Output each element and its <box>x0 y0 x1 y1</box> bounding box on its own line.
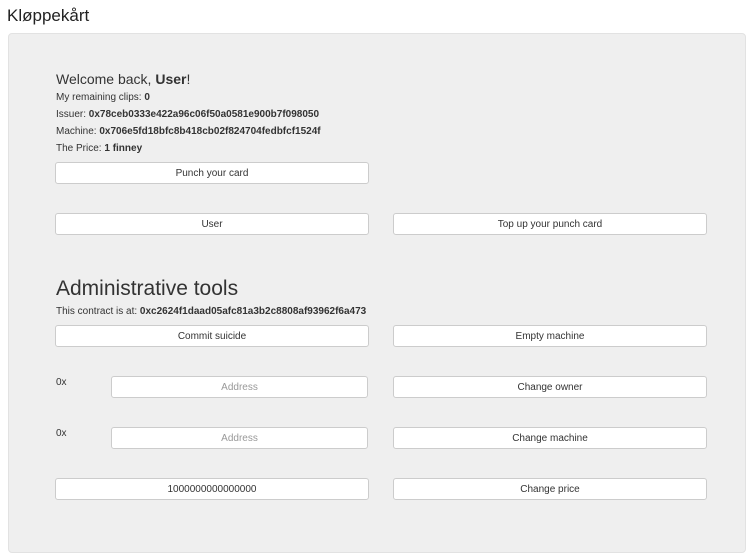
remaining-clips-line: My remaining clips: 0 <box>56 92 150 103</box>
main-panel: Welcome back, User! My remaining clips: … <box>8 33 746 553</box>
price-line: The Price: 1 finney <box>56 143 142 154</box>
contract-label: This contract is at: <box>56 306 140 317</box>
price-label: The Price: <box>56 143 105 154</box>
admin-section-title: Administrative tools <box>56 277 239 300</box>
user-button[interactable]: User <box>55 213 369 235</box>
issuer-value: 0x78ceb0333e422a96c06f50a0581e900b7f0980… <box>88 109 320 120</box>
machine-address-prefix: 0x <box>56 428 67 439</box>
machine-label: Machine: <box>56 126 100 137</box>
issuer-label: Issuer: <box>56 109 89 120</box>
clips-label: My remaining clips: <box>56 92 145 103</box>
contract-value: 0xc2624f1daad05afc81a3b2c8808af93962f6a4… <box>139 306 367 317</box>
price-value: 1 finney <box>104 143 143 154</box>
welcome-message: Welcome back, User! <box>56 71 190 87</box>
clips-value: 0 <box>144 92 150 103</box>
change-machine-button[interactable]: Change machine <box>393 427 707 449</box>
top-up-button[interactable]: Top up your punch card <box>393 213 707 235</box>
welcome-greeting: Welcome back, <box>56 71 156 87</box>
machine-address-input[interactable] <box>111 427 368 449</box>
machine-line: Machine: 0x706e5fd18bfc8b418cb02f824704f… <box>56 126 321 137</box>
change-owner-button[interactable]: Change owner <box>393 376 707 398</box>
empty-machine-button[interactable]: Empty machine <box>393 325 707 347</box>
punch-card-button[interactable]: Punch your card <box>55 162 369 184</box>
page-title: Kløppekårt <box>7 6 90 25</box>
welcome-suffix: ! <box>186 71 191 87</box>
issuer-line: Issuer: 0x78ceb0333e422a96c06f50a0581e90… <box>56 109 319 120</box>
machine-value: 0x706e5fd18bfc8b418cb02f824704fedbfcf152… <box>99 126 321 137</box>
owner-address-prefix: 0x <box>56 377 67 388</box>
owner-address-input[interactable] <box>111 376 368 398</box>
commit-suicide-button[interactable]: Commit suicide <box>55 325 369 347</box>
change-price-button[interactable]: Change price <box>393 478 707 500</box>
price-input[interactable] <box>55 478 369 500</box>
welcome-user-name: User <box>155 71 187 87</box>
contract-address-line: This contract is at: 0xc2624f1daad05afc8… <box>56 306 366 317</box>
